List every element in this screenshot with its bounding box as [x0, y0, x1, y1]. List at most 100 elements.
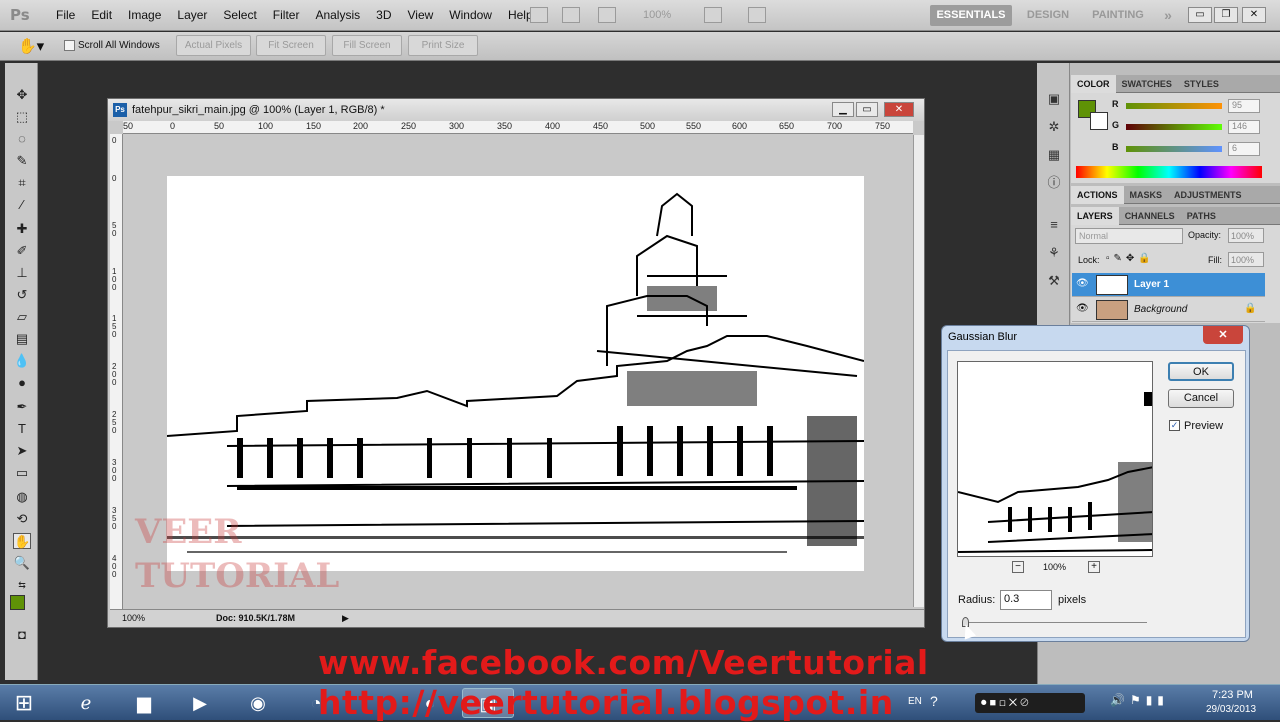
eyedropper-tool-icon[interactable]: ⁄ [13, 197, 31, 213]
tab-actions[interactable]: ACTIONS [1071, 186, 1124, 204]
layer-visibility-eye-icon[interactable]: 👁 [1076, 303, 1089, 314]
preview-zoom-out-button[interactable]: − [1012, 561, 1024, 573]
quick-select-tool-icon[interactable]: ✎ [13, 153, 31, 169]
type-tool-icon[interactable]: T [13, 421, 31, 437]
tab-adjustments[interactable]: ADJUSTMENTS [1168, 186, 1248, 204]
opacity-field[interactable]: 100% [1228, 228, 1264, 243]
3d-rotate-tool-icon[interactable]: ◍ [13, 489, 31, 505]
menu-file[interactable]: File [48, 8, 83, 22]
close-app-button[interactable]: ✕ [1242, 7, 1266, 23]
fill-field[interactable]: 100% [1228, 252, 1264, 267]
menu-analysis[interactable]: Analysis [307, 8, 368, 22]
cancel-button[interactable]: Cancel [1168, 389, 1234, 408]
tab-channels[interactable]: CHANNELS [1119, 207, 1181, 225]
dialog-close-button[interactable]: ✕ [1203, 326, 1243, 344]
workspace-more-icon[interactable]: » [1158, 5, 1178, 26]
print-size-button[interactable]: Print Size [408, 35, 478, 56]
menu-select[interactable]: Select [215, 8, 264, 22]
healing-brush-tool-icon[interactable]: ✚ [13, 221, 31, 237]
path-selection-tool-icon[interactable]: ➤ [13, 443, 31, 459]
menu-view[interactable]: View [399, 8, 441, 22]
blend-mode-select[interactable]: Normal [1075, 228, 1183, 244]
quick-mask-icon[interactable]: ◘ [13, 627, 31, 643]
lock-icons[interactable]: ▫✎✥🔒 [1106, 253, 1155, 264]
help-icon[interactable]: ? [930, 693, 938, 709]
red-value[interactable]: 95 [1228, 99, 1260, 113]
clock-date[interactable]: 29/03/2013 [1206, 704, 1256, 715]
status-menu-arrow-icon[interactable]: ▶ [342, 613, 349, 624]
color-spectrum-bar[interactable] [1076, 166, 1262, 178]
brushes-panel-icon[interactable]: ≡ [1046, 217, 1062, 233]
eraser-tool-icon[interactable]: ▱ [13, 309, 31, 325]
gradient-tool-icon[interactable]: ▤ [13, 331, 31, 347]
clone-source-panel-icon[interactable]: ⚘ [1046, 245, 1062, 261]
layer-visibility-eye-icon[interactable]: 👁 [1076, 278, 1089, 289]
workspace-essentials[interactable]: ESSENTIALS [930, 5, 1012, 26]
blur-preview-window[interactable] [957, 361, 1153, 557]
scroll-all-checkbox[interactable] [64, 40, 75, 51]
layer-name[interactable]: Background [1134, 304, 1187, 315]
screen-mode-icon[interactable] [748, 7, 766, 23]
tray-icons[interactable]: 🔊⚑▮▮ [1110, 693, 1169, 707]
windows-start-icon[interactable]: ⊞ [0, 688, 48, 718]
tab-swatches[interactable]: SWATCHES [1116, 75, 1178, 93]
blue-slider[interactable] [1126, 146, 1222, 152]
green-value[interactable]: 146 [1228, 120, 1260, 134]
info-panel-icon[interactable]: ⓘ [1046, 175, 1062, 191]
doc-close-button[interactable]: ✕ [884, 102, 914, 117]
bridge-icon[interactable] [530, 7, 548, 23]
minimize-app-button[interactable]: ▭ [1188, 7, 1212, 23]
blue-value[interactable]: 6 [1228, 142, 1260, 156]
menu-window[interactable]: Window [441, 8, 500, 22]
dodge-tool-icon[interactable]: ● [13, 375, 31, 391]
menu-filter[interactable]: Filter [265, 8, 308, 22]
foreground-color-swatch[interactable] [10, 595, 25, 610]
tab-masks[interactable]: MASKS [1124, 186, 1169, 204]
arrange-view-icon[interactable] [598, 7, 616, 23]
menu-edit[interactable]: Edit [83, 8, 120, 22]
hand-tool-icon[interactable]: ✋ [13, 533, 31, 549]
fit-screen-button[interactable]: Fit Screen [256, 35, 326, 56]
doc-size-info[interactable]: Doc: 910.5K/1.78M [216, 613, 295, 623]
blur-tool-icon[interactable]: 💧 [13, 353, 31, 369]
recorder-controls[interactable]: ⏺ ■ ◻ ✕ ⊘ [975, 693, 1085, 713]
media-player-icon[interactable]: ▶ [174, 688, 226, 718]
vertical-scrollbar[interactable] [913, 135, 924, 607]
tab-styles[interactable]: STYLES [1178, 75, 1225, 93]
language-indicator[interactable]: EN [908, 696, 922, 707]
workspace-design[interactable]: DESIGN [1018, 5, 1078, 26]
restore-app-button[interactable]: ❐ [1214, 7, 1238, 23]
radius-slider-track[interactable] [962, 622, 1147, 623]
preview-checkbox[interactable]: ✓ [1169, 420, 1180, 431]
layer-row-layer1[interactable]: 👁 Layer 1 [1072, 273, 1265, 297]
workspace-painting[interactable]: PAINTING [1084, 5, 1152, 26]
green-slider[interactable] [1126, 124, 1222, 130]
navigator-panel-icon[interactable]: ✲ [1046, 119, 1062, 135]
crop-tool-icon[interactable]: ⌗ [13, 175, 31, 191]
file-explorer-icon[interactable]: ▆ [118, 688, 170, 718]
zoom-level-menu[interactable]: 100% [643, 9, 671, 21]
tool-presets-panel-icon[interactable]: ⚒ [1046, 273, 1062, 289]
menu-layer[interactable]: Layer [169, 8, 215, 22]
lasso-tool-icon[interactable]: ◌ [13, 131, 31, 147]
preview-zoom-in-button[interactable]: + [1088, 561, 1100, 573]
marquee-tool-icon[interactable]: ⬚ [13, 109, 31, 125]
doc-maximize-button[interactable]: ▭ [856, 102, 878, 117]
minibridge-icon[interactable] [562, 7, 580, 23]
shape-tool-icon[interactable]: ▭ [13, 465, 31, 481]
tab-paths[interactable]: PATHS [1181, 207, 1222, 225]
fill-screen-button[interactable]: Fill Screen [332, 35, 402, 56]
tab-layers[interactable]: LAYERS [1071, 207, 1119, 225]
layer-name[interactable]: Layer 1 [1134, 279, 1169, 290]
clock-time[interactable]: 7:23 PM [1212, 689, 1253, 701]
3d-orbit-tool-icon[interactable]: ⟲ [13, 511, 31, 527]
tab-color[interactable]: COLOR [1071, 75, 1116, 93]
document-title[interactable]: fatehpur_sikri_main.jpg @ 100% (Layer 1,… [108, 99, 924, 121]
brush-tool-icon[interactable]: ✐ [13, 243, 31, 259]
history-brush-tool-icon[interactable]: ↺ [13, 287, 31, 303]
radius-input[interactable]: 0.3 [1000, 590, 1052, 610]
chrome-icon[interactable]: ◉ [232, 688, 284, 718]
pen-tool-icon[interactable]: ✒ [13, 399, 31, 415]
zoom-tool-icon[interactable]: 🔍 [13, 555, 31, 571]
swap-colors-icon[interactable]: ⇆ [13, 577, 31, 593]
